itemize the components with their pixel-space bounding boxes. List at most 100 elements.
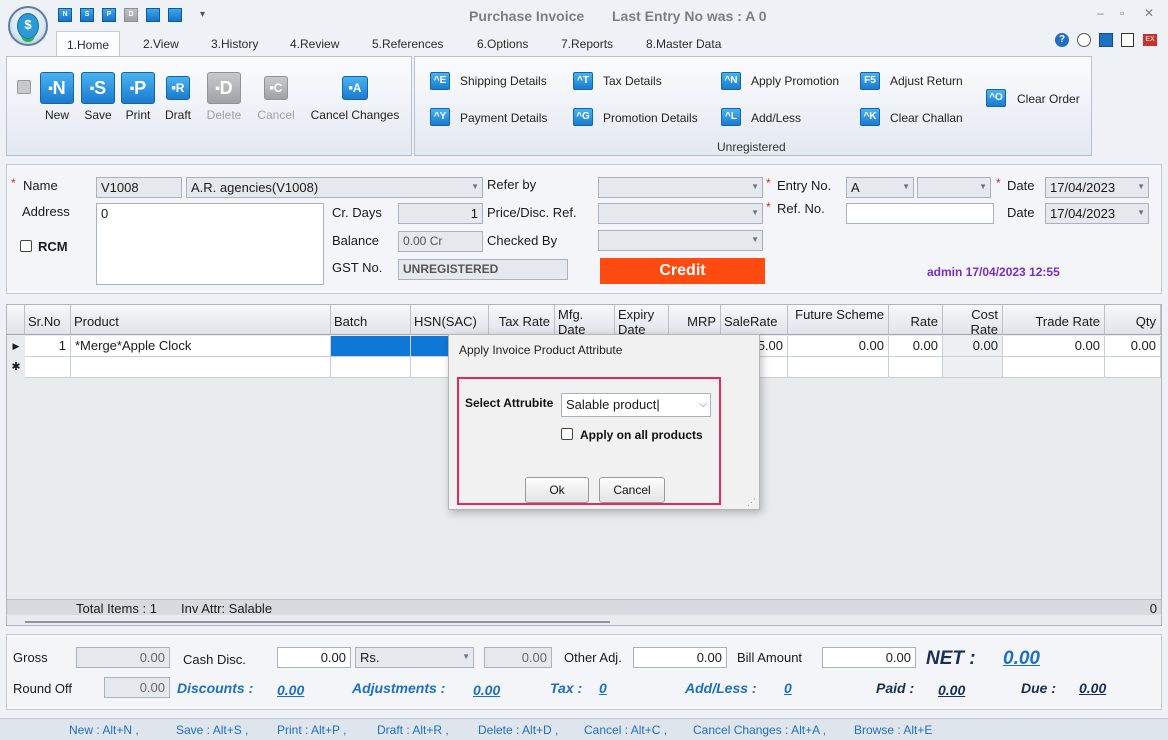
new-cell[interactable]: [411, 357, 449, 378]
new-button-icon[interactable]: ■N: [40, 72, 74, 104]
col-batch[interactable]: Batch: [331, 305, 411, 335]
new-cell[interactable]: [1003, 357, 1105, 378]
draft-button[interactable]: Draft: [160, 108, 196, 122]
new-cell[interactable]: [71, 357, 331, 378]
col-tax-rate[interactable]: Tax Rate: [489, 305, 555, 335]
cell-product[interactable]: *Merge*Apple Clock: [71, 336, 331, 357]
quick-access-dropdown-icon[interactable]: ▾: [200, 9, 205, 20]
apply-promotion-icon[interactable]: ^N: [721, 72, 741, 90]
new-cell[interactable]: [1105, 357, 1161, 378]
delete-button-icon[interactable]: ■D: [207, 72, 241, 104]
ok-button[interactable]: Ok: [525, 477, 589, 503]
adjust-return-icon[interactable]: F5: [860, 72, 880, 90]
col-future-scheme[interactable]: Future Scheme: [788, 305, 889, 335]
col-expiry-date[interactable]: Expiry Date: [615, 305, 669, 335]
cancel-dialog-button[interactable]: Cancel: [599, 477, 665, 503]
info-icon[interactable]: [1099, 33, 1113, 47]
payment-details-button[interactable]: Payment Details: [460, 111, 547, 125]
tab-home[interactable]: 1.Home: [56, 31, 121, 57]
refer-by-dropdown[interactable]: ▼: [598, 177, 763, 198]
col-rate[interactable]: Rate: [889, 305, 943, 335]
cash-disc-input[interactable]: 0.00: [277, 647, 351, 668]
col-trade-rate[interactable]: Trade Rate: [1003, 305, 1105, 335]
apply-promotion-button[interactable]: Apply Promotion: [751, 74, 839, 88]
tab-master-data[interactable]: 8.Master Data: [646, 37, 721, 51]
paid-value[interactable]: 0.00: [938, 682, 965, 698]
clear-challan-icon[interactable]: ^K: [860, 108, 880, 126]
save-button-icon[interactable]: ■S: [81, 72, 115, 104]
bill-amount-input[interactable]: 0.00: [822, 647, 916, 668]
discounts-value[interactable]: 0.00: [277, 682, 304, 698]
delete-button[interactable]: Delete: [202, 108, 246, 122]
cell-rate[interactable]: 0.00: [889, 336, 943, 357]
print-button[interactable]: Print: [121, 108, 155, 122]
col-mfg-date[interactable]: Mfg. Date: [555, 305, 615, 335]
col-sr-no[interactable]: Sr.No: [25, 305, 71, 335]
clear-challan-button[interactable]: Clear Challan: [890, 111, 963, 125]
col-mrp[interactable]: MRP: [669, 305, 721, 335]
other-adj-input[interactable]: 0.00: [633, 647, 727, 668]
quick-print-icon[interactable]: P: [102, 8, 116, 22]
save-button[interactable]: Save: [81, 108, 115, 122]
cancel-button-icon[interactable]: ■C: [264, 76, 288, 100]
settings-icon[interactable]: [1077, 33, 1091, 47]
exit-icon[interactable]: EX: [1143, 34, 1157, 46]
cell-future-scheme[interactable]: 0.00: [788, 336, 889, 357]
price-disc-ref-dropdown[interactable]: ▼: [598, 203, 763, 224]
quick-new-icon[interactable]: N: [58, 8, 72, 22]
new-button[interactable]: New: [40, 108, 74, 122]
draft-button-icon[interactable]: ■R: [166, 76, 190, 100]
col-sale-rate[interactable]: SaleRate: [721, 305, 788, 335]
promotion-details-icon[interactable]: ^G: [573, 108, 593, 126]
cell-sr-no[interactable]: 1: [25, 336, 71, 357]
adjustments-value[interactable]: 0.00: [473, 682, 500, 698]
print-button-icon[interactable]: ■P: [121, 72, 155, 104]
horizontal-scrollbar[interactable]: [25, 621, 610, 623]
document-icon[interactable]: [1121, 33, 1134, 47]
add-less-button[interactable]: Add/Less: [751, 111, 801, 125]
tab-view[interactable]: 2.View: [143, 37, 179, 51]
cash-disc-unit-dropdown[interactable]: Rs. ▼: [355, 647, 474, 668]
entry-series-dropdown[interactable]: A ▼: [846, 177, 914, 198]
party-code-field[interactable]: V1008: [96, 177, 182, 198]
ref-date-picker[interactable]: 17/04/2023 ▼: [1045, 203, 1149, 224]
cell-cost-rate[interactable]: 0.00: [943, 336, 1003, 357]
tab-review[interactable]: 4.Review: [290, 37, 339, 51]
quick-window2-icon[interactable]: [168, 8, 182, 22]
shipping-details-button[interactable]: Shipping Details: [460, 74, 547, 88]
tab-references[interactable]: 5.References: [372, 37, 443, 51]
add-less-icon[interactable]: ^L: [721, 108, 741, 126]
new-cell[interactable]: [889, 357, 943, 378]
maximize-icon[interactable]: ▫: [1120, 6, 1124, 20]
tax-value[interactable]: 0: [599, 680, 607, 696]
promotion-details-button[interactable]: Promotion Details: [603, 111, 698, 125]
entry-date-picker[interactable]: 17/04/2023 ▼: [1045, 177, 1149, 198]
cell-hsn[interactable]: [411, 336, 449, 357]
col-qty[interactable]: Qty: [1105, 305, 1161, 335]
cancel-button[interactable]: Cancel: [254, 108, 298, 122]
quick-save-icon[interactable]: S: [80, 8, 94, 22]
rcm-checkbox[interactable]: [20, 240, 32, 252]
add-less-value[interactable]: 0: [784, 680, 792, 696]
entry-no-dropdown[interactable]: ▼: [917, 177, 991, 198]
due-value[interactable]: 0.00: [1079, 680, 1106, 696]
clear-order-button[interactable]: Clear Order: [1017, 92, 1080, 106]
ref-no-input[interactable]: [846, 203, 994, 224]
cell-batch[interactable]: [331, 336, 411, 357]
new-cell[interactable]: [331, 357, 411, 378]
tax-details-icon[interactable]: ^T: [573, 72, 593, 90]
quick-window-icon[interactable]: [146, 8, 160, 22]
minimize-icon[interactable]: –: [1097, 6, 1104, 20]
shipping-details-icon[interactable]: ^E: [430, 72, 450, 90]
checked-by-dropdown[interactable]: ▼: [598, 230, 763, 251]
cancel-changes-button-icon[interactable]: ■A: [342, 76, 368, 100]
col-cost-rate[interactable]: Cost Rate: [943, 305, 1003, 335]
new-cell[interactable]: [788, 357, 889, 378]
col-hsn[interactable]: HSN(SAC): [411, 305, 489, 335]
new-cell[interactable]: [943, 357, 1003, 378]
tab-reports[interactable]: 7.Reports: [561, 37, 613, 51]
tab-history[interactable]: 3.History: [211, 37, 258, 51]
tax-details-button[interactable]: Tax Details: [603, 74, 662, 88]
address-textarea[interactable]: 0: [96, 203, 324, 285]
cell-qty[interactable]: 0.00: [1105, 336, 1161, 357]
